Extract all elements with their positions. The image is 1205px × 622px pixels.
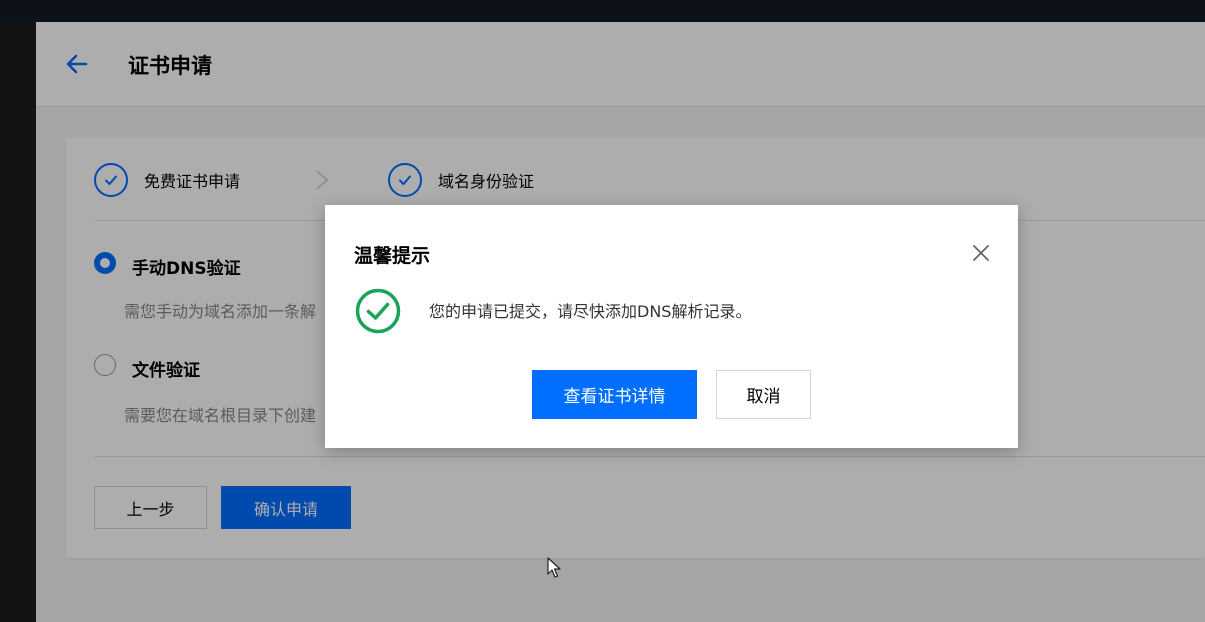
cancel-button[interactable]: 取消	[716, 370, 811, 419]
notice-dialog: 温馨提示 您的申请已提交，请尽快添加DNS解析记录。 查看证书详情 取消	[325, 205, 1018, 448]
dialog-title: 温馨提示	[354, 245, 431, 267]
close-icon[interactable]	[971, 243, 991, 263]
success-check-circle-icon	[355, 288, 401, 334]
dialog-message: 您的申请已提交，请尽快添加DNS解析记录。	[429, 302, 752, 321]
view-certificate-details-button[interactable]: 查看证书详情	[532, 370, 697, 419]
mouse-cursor-icon	[547, 557, 561, 578]
